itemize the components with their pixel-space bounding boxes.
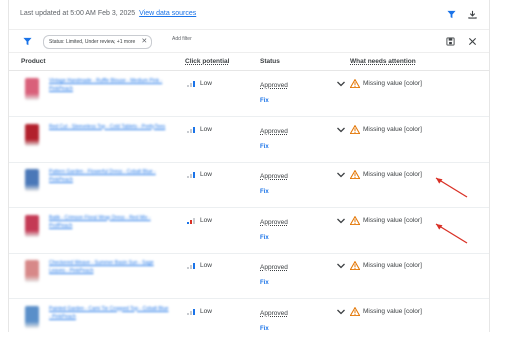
click-potential-value: Low bbox=[200, 216, 212, 224]
click-potential-bars-icon bbox=[187, 172, 197, 178]
filter-icon[interactable] bbox=[446, 9, 456, 19]
fix-link[interactable]: Fix bbox=[260, 98, 269, 104]
column-status[interactable]: Status bbox=[260, 58, 280, 65]
table-row[interactable]: Vintage Handmade - Ruffle Blouse - Mediu… bbox=[9, 71, 489, 117]
status-value[interactable]: Approved bbox=[260, 128, 288, 135]
product-thumbnail[interactable] bbox=[25, 260, 39, 282]
attention-text: Missing value [color] bbox=[363, 262, 422, 269]
click-potential-bars-icon bbox=[187, 217, 197, 224]
status-value[interactable]: Approved bbox=[260, 173, 288, 180]
table-row[interactable]: Pattern Garden - Flowerful Dress - Cobal… bbox=[9, 162, 489, 208]
status-value[interactable]: Approved bbox=[260, 219, 288, 226]
attention-text: Missing value [color] bbox=[363, 216, 422, 224]
fix-link[interactable]: Fix bbox=[260, 144, 269, 150]
chevron-down-icon[interactable] bbox=[336, 126, 346, 134]
click-potential-value: Low bbox=[200, 125, 212, 133]
product-thumbnail[interactable] bbox=[25, 214, 39, 237]
product-name-link[interactable]: Vintage Handmade - Ruffle Blouse - Mediu… bbox=[49, 77, 169, 93]
status-filter-chip-label: Status: Limited, Under review, +1 more bbox=[49, 39, 136, 45]
chevron-down-icon[interactable] bbox=[336, 80, 346, 88]
save-icon[interactable] bbox=[445, 36, 455, 46]
click-potential-value: Low bbox=[200, 262, 212, 269]
product-thumbnail[interactable] bbox=[25, 78, 39, 100]
product-thumbnail[interactable] bbox=[25, 305, 39, 328]
warning-icon bbox=[350, 261, 360, 270]
click-potential-value: Low bbox=[200, 171, 212, 178]
column-product[interactable]: Product bbox=[21, 58, 46, 65]
product-name-link[interactable]: Painted Garden - Cami Tie Cropped Top - … bbox=[49, 305, 169, 321]
click-potential-value: Low bbox=[200, 80, 212, 87]
warning-icon bbox=[350, 79, 360, 88]
attention-text: Missing value [color] bbox=[363, 125, 422, 133]
warning-icon bbox=[350, 215, 360, 225]
fix-link[interactable]: Fix bbox=[260, 280, 269, 286]
chevron-down-icon[interactable] bbox=[336, 217, 346, 225]
table-row[interactable]: Batik - Crimson Floral Wrap Dress - Red … bbox=[9, 208, 489, 254]
product-thumbnail[interactable] bbox=[25, 123, 39, 146]
chevron-down-icon[interactable] bbox=[336, 171, 346, 179]
filter-bar: Status: Limited, Under review, +1 more ✕ bbox=[9, 29, 489, 53]
product-name-link[interactable]: Pattern Garden - Flowerful Dress - Cobal… bbox=[49, 168, 169, 184]
product-name-link[interactable]: Batik - Crimson Floral Wrap Dress - Red … bbox=[49, 214, 169, 230]
status-value[interactable]: Approved bbox=[260, 82, 288, 89]
fix-link[interactable]: Fix bbox=[260, 235, 269, 241]
annotation-arrow bbox=[435, 177, 468, 198]
fix-link[interactable]: Fix bbox=[260, 326, 269, 332]
click-potential-value: Low bbox=[200, 307, 212, 315]
warning-icon bbox=[350, 170, 360, 179]
click-potential-bars-icon bbox=[187, 263, 197, 269]
product-name-link[interactable]: Checkered Weave - Summer Basin Sun - Sag… bbox=[49, 259, 169, 275]
warning-icon bbox=[350, 124, 360, 134]
status-value[interactable]: Approved bbox=[260, 310, 288, 317]
close-icon[interactable] bbox=[467, 36, 477, 46]
chevron-down-icon[interactable] bbox=[336, 308, 346, 316]
download-icon[interactable] bbox=[467, 9, 477, 19]
table-header: Product Click potential Status What need… bbox=[9, 52, 489, 71]
status-value[interactable]: Approved bbox=[260, 264, 288, 271]
chevron-down-icon[interactable] bbox=[336, 262, 346, 270]
last-updated-label: Last updated at 5:00 AM Feb 3, 2025 bbox=[20, 10, 136, 17]
attention-text: Missing value [color] bbox=[363, 307, 422, 315]
last-updated-text: Last updated at 5:00 AM Feb 3, 2025 View… bbox=[20, 10, 196, 17]
table-row[interactable]: Checkered Weave - Summer Basin Sun - Sag… bbox=[9, 253, 489, 299]
filter-icon[interactable] bbox=[22, 36, 32, 46]
column-click-potential[interactable]: Click potential bbox=[185, 58, 229, 65]
product-name-link[interactable]: Red Cut - Sleeveless Top - Cold Tablets … bbox=[49, 123, 169, 131]
product-thumbnail[interactable] bbox=[25, 169, 39, 191]
click-potential-bars-icon bbox=[187, 81, 197, 87]
attention-text: Missing value [color] bbox=[363, 80, 422, 87]
warning-icon bbox=[350, 306, 360, 316]
column-attention[interactable]: What needs attention bbox=[350, 58, 416, 65]
click-potential-bars-icon bbox=[187, 308, 197, 315]
add-filter-button[interactable]: Add filter bbox=[172, 36, 192, 42]
view-data-sources-link[interactable]: View data sources bbox=[139, 10, 196, 17]
product-issues-panel: Last updated at 5:00 AM Feb 3, 2025 View… bbox=[8, 0, 490, 332]
close-icon[interactable]: ✕ bbox=[141, 36, 147, 48]
click-potential-bars-icon bbox=[187, 126, 197, 133]
attention-text: Missing value [color] bbox=[363, 171, 422, 178]
table-row[interactable]: Red Cut - Sleeveless Top - Cold Tablets … bbox=[9, 117, 489, 163]
status-filter-chip[interactable]: Status: Limited, Under review, +1 more ✕ bbox=[43, 35, 153, 49]
fix-link[interactable]: Fix bbox=[260, 189, 269, 195]
table-row[interactable]: Painted Garden - Cami Tie Cropped Top - … bbox=[9, 299, 489, 333]
toolbar: Last updated at 5:00 AM Feb 3, 2025 View… bbox=[9, 0, 489, 28]
annotation-arrow bbox=[435, 223, 468, 244]
